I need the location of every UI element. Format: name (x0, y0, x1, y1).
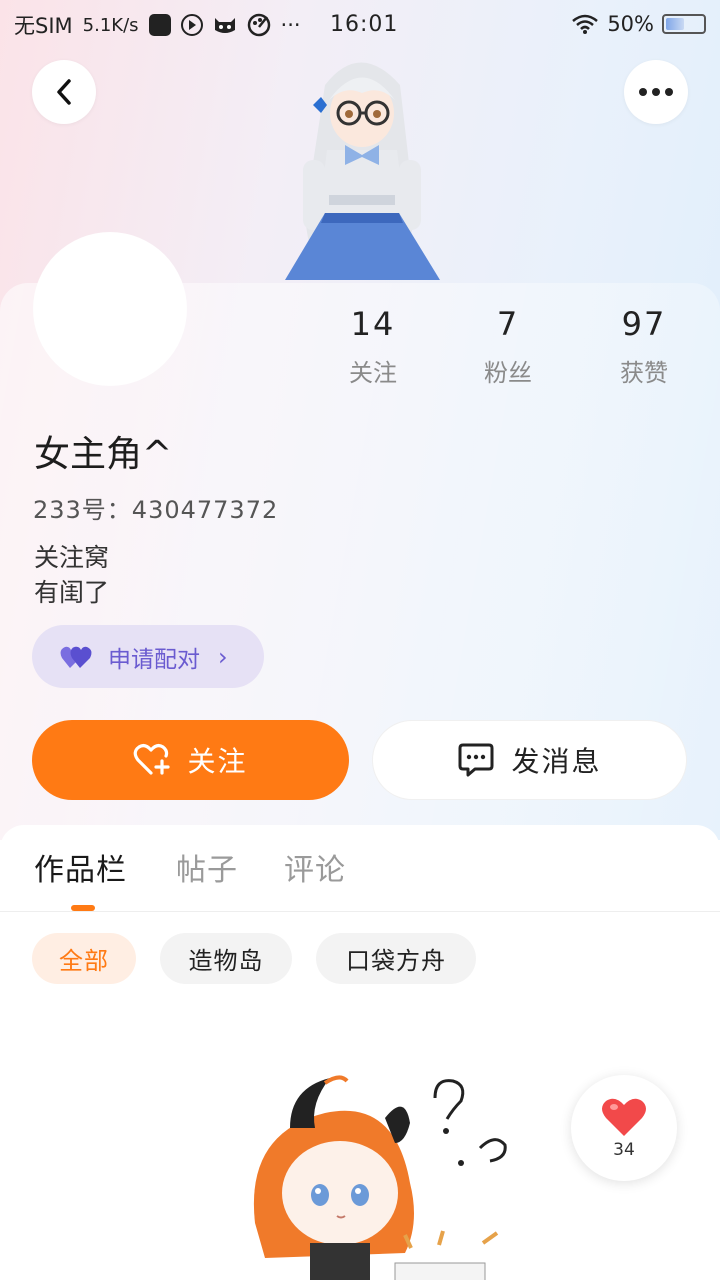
tab-indicator (71, 905, 95, 911)
likes-count: 97 (621, 305, 667, 343)
send-message-button[interactable]: 发消息 (372, 720, 687, 800)
character-avatar-image[interactable] (265, 45, 455, 285)
tab-posts[interactable]: 帖子 (176, 845, 238, 889)
empty-state-illustration (253, 1075, 507, 1280)
battery-level-fill (666, 18, 684, 30)
content-tabs: 作品栏 帖子 评论 (0, 845, 720, 912)
cat-icon (214, 18, 235, 33)
heart-icon (602, 1098, 646, 1136)
chevron-left-icon (57, 79, 71, 105)
clock-text: 16:01 (330, 12, 399, 37)
bio-line: 关注窝 (34, 543, 110, 572)
floating-like-button[interactable]: 34 (571, 1075, 677, 1181)
followers-label: 粉丝 (484, 359, 532, 387)
bag-icon (148, 14, 171, 36)
user-bio: 关注窝 有闺了 (34, 540, 109, 610)
likes-label: 获赞 (620, 359, 668, 387)
more-notifications-text: ··· (280, 13, 301, 37)
carrier-text: 无SIM (14, 14, 73, 38)
wifi-icon (572, 14, 599, 34)
filter-pocket-ark[interactable]: 口袋方舟 (316, 933, 476, 984)
tab-works[interactable]: 作品栏 (34, 845, 127, 889)
chat-bubble-icon (458, 743, 494, 777)
works-section: 作品栏 帖子 评论 全部 造物岛 口袋方舟 (0, 825, 720, 1280)
filter-creation-island[interactable]: 造物岛 (160, 933, 292, 984)
net-speed-text: 5.1K/s (82, 14, 139, 36)
back-button[interactable] (32, 60, 96, 124)
following-label: 关注 (349, 359, 397, 387)
heart-plus-icon (134, 743, 171, 775)
battery-icon (662, 14, 706, 34)
double-heart-icon (60, 646, 92, 668)
palette-icon (247, 13, 270, 37)
send-message-label: 发消息 (511, 745, 602, 778)
stat-following[interactable]: 14 关注 (318, 305, 428, 388)
follow-button[interactable]: 关注 (32, 720, 349, 800)
filter-all[interactable]: 全部 (32, 933, 136, 984)
chevron-right-icon: › (218, 642, 228, 671)
play-icon (180, 14, 203, 36)
user-avatar[interactable] (33, 232, 187, 386)
more-dots-icon (639, 88, 673, 96)
following-count: 14 (350, 305, 396, 343)
followers-count: 7 (496, 305, 520, 343)
like-count: 34 (613, 1140, 635, 1160)
battery-percent-text: 50% (607, 12, 654, 36)
tab-comments[interactable]: 评论 (284, 845, 346, 889)
status-bar: 无SIM 5.1K/s ··· 16:01 50% (0, 0, 720, 50)
username: 女主角^ (34, 434, 173, 475)
user-id: 233号：430477372 (33, 496, 279, 524)
request-pairing-label: 申请配对 (108, 646, 200, 673)
follow-label: 关注 (187, 745, 248, 778)
bio-line: 有闺了 (34, 578, 110, 607)
request-pairing-button[interactable]: 申请配对 › (32, 625, 264, 688)
stat-followers[interactable]: 7 粉丝 (453, 305, 563, 388)
stat-likes[interactable]: 97 获赞 (589, 305, 699, 388)
more-options-button[interactable] (624, 60, 688, 124)
